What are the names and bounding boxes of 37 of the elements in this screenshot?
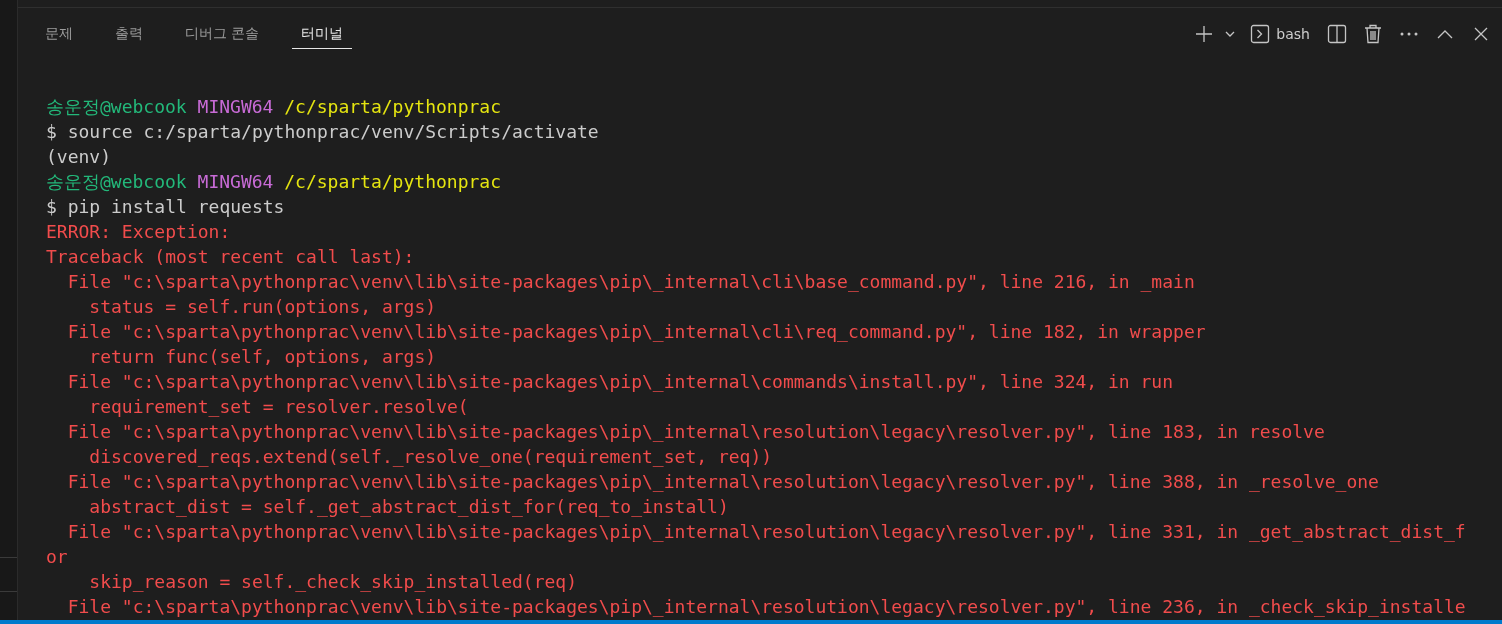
terminal-line: (venv) — [46, 145, 113, 169]
prompt-path: /c/sparta/pythonprac — [284, 171, 501, 192]
prompt-system: MINGW64 — [197, 171, 274, 192]
terminal-line: $ pip install requests — [46, 195, 286, 219]
caret-up-icon[interactable] — [1437, 29, 1453, 39]
terminal-icon — [1250, 24, 1271, 44]
error-line: requirement_set = resolver.resolve( — [88, 395, 470, 419]
error-line: or — [46, 545, 69, 569]
error-line: File "c:\sparta\pythonprac\venv\lib\site-packages\pip\_internal\cli\base_command.py", line 216, in _main — [66, 270, 1196, 294]
prompt-user: 송운정@webcook — [46, 171, 187, 192]
error-line: File "c:\sparta\pythonprac\venv\lib\site-packages\pip\_internal\resolution\legacy\resolver.py", line 183, in resolve — [66, 420, 1326, 444]
panel-tab[interactable]: 터미널 — [292, 19, 353, 49]
error-line: File "c:\sparta\pythonprac\venv\lib\site-packages\pip\_internal\resolution\legacy\resolver.py", line 388, in _resolve_one — [66, 470, 1380, 494]
error-line: File "c:\sparta\pythonprac\venv\lib\site-packages\pip\_internal\resolution\legacy\resolver.py", line 331, in _get_abstract_dist_f — [66, 520, 1467, 544]
error-line: skip_reason = self._check_skip_installed(req) — [88, 570, 578, 594]
more-icon[interactable] — [1400, 32, 1418, 36]
error-line: File "c:\sparta\pythonprac\venv\lib\site-packages\pip\_internal\cli\req_command.py", line 182, in wrapper — [66, 320, 1207, 344]
prompt-user: 송운정@webcook — [46, 96, 187, 117]
error-line: abstract_dist = self._get_abstract_dist_for(req_to_install) — [88, 495, 730, 519]
error-line: discovered_reqs.extend(self._resolve_one(requirement_set, req)) — [88, 445, 774, 469]
close-icon[interactable] — [1474, 27, 1488, 41]
shell-selector[interactable]: bash — [1246, 24, 1314, 44]
prompt-path: /c/sparta/pythonprac — [284, 96, 501, 117]
panel-tab[interactable]: 디버그 콘솔 — [176, 19, 269, 49]
plus-icon[interactable] — [1194, 24, 1215, 44]
prompt-system: MINGW64 — [197, 96, 274, 117]
split-icon[interactable] — [1327, 24, 1347, 44]
terminal-line: $ source c:/sparta/pythonprac/venv/Scripts/activate — [46, 120, 600, 144]
trash-icon[interactable] — [1364, 24, 1382, 44]
error-line: return func(self, options, args) — [88, 345, 438, 369]
error-line: File "c:\sparta\pythonprac\venv\lib\site-packages\pip\_internal\commands\install.py", line 324, in run — [66, 370, 1175, 394]
error-line: File "c:\sparta\pythonprac\venv\lib\site-packages\pip\_internal\resolution\legacy\resolver.py", line 236, in _check_skip_installe — [66, 595, 1467, 619]
panel-tab[interactable]: 문제 — [36, 19, 82, 49]
panel-tab[interactable]: 출력 — [106, 19, 152, 49]
error-line: ERROR: Exception: — [46, 220, 232, 244]
error-line: Traceback (most recent call last): — [46, 245, 416, 269]
error-line: status = self.run(options, args) — [88, 295, 438, 319]
